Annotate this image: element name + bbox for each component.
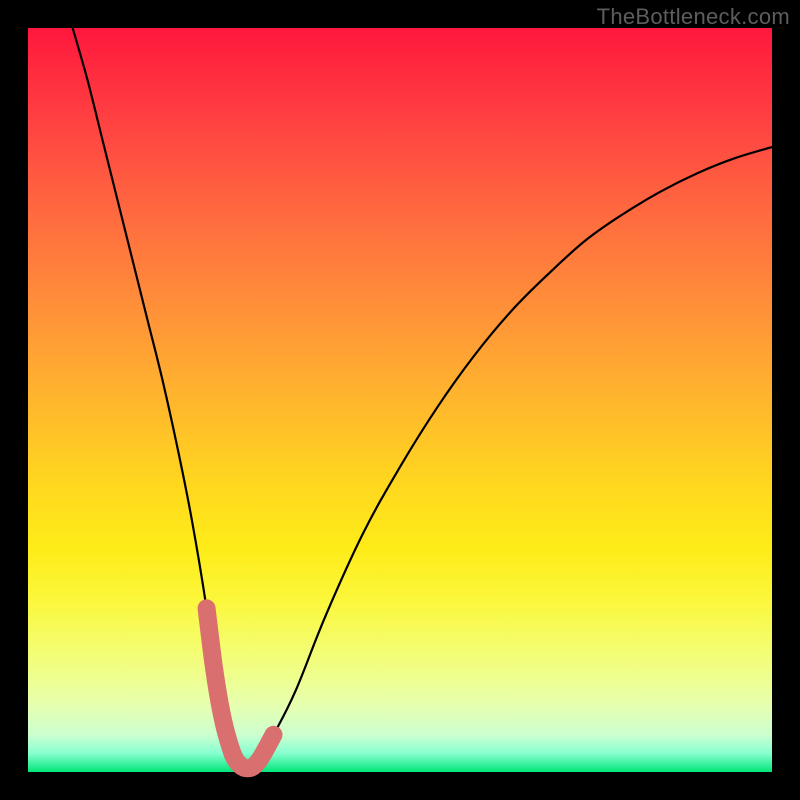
bottleneck-curve (73, 28, 772, 768)
chart-svg (28, 28, 772, 772)
valley-bump (207, 608, 274, 768)
chart-plot-area (28, 28, 772, 772)
chart-frame: TheBottleneck.com (0, 0, 800, 800)
watermark-text: TheBottleneck.com (597, 4, 790, 30)
